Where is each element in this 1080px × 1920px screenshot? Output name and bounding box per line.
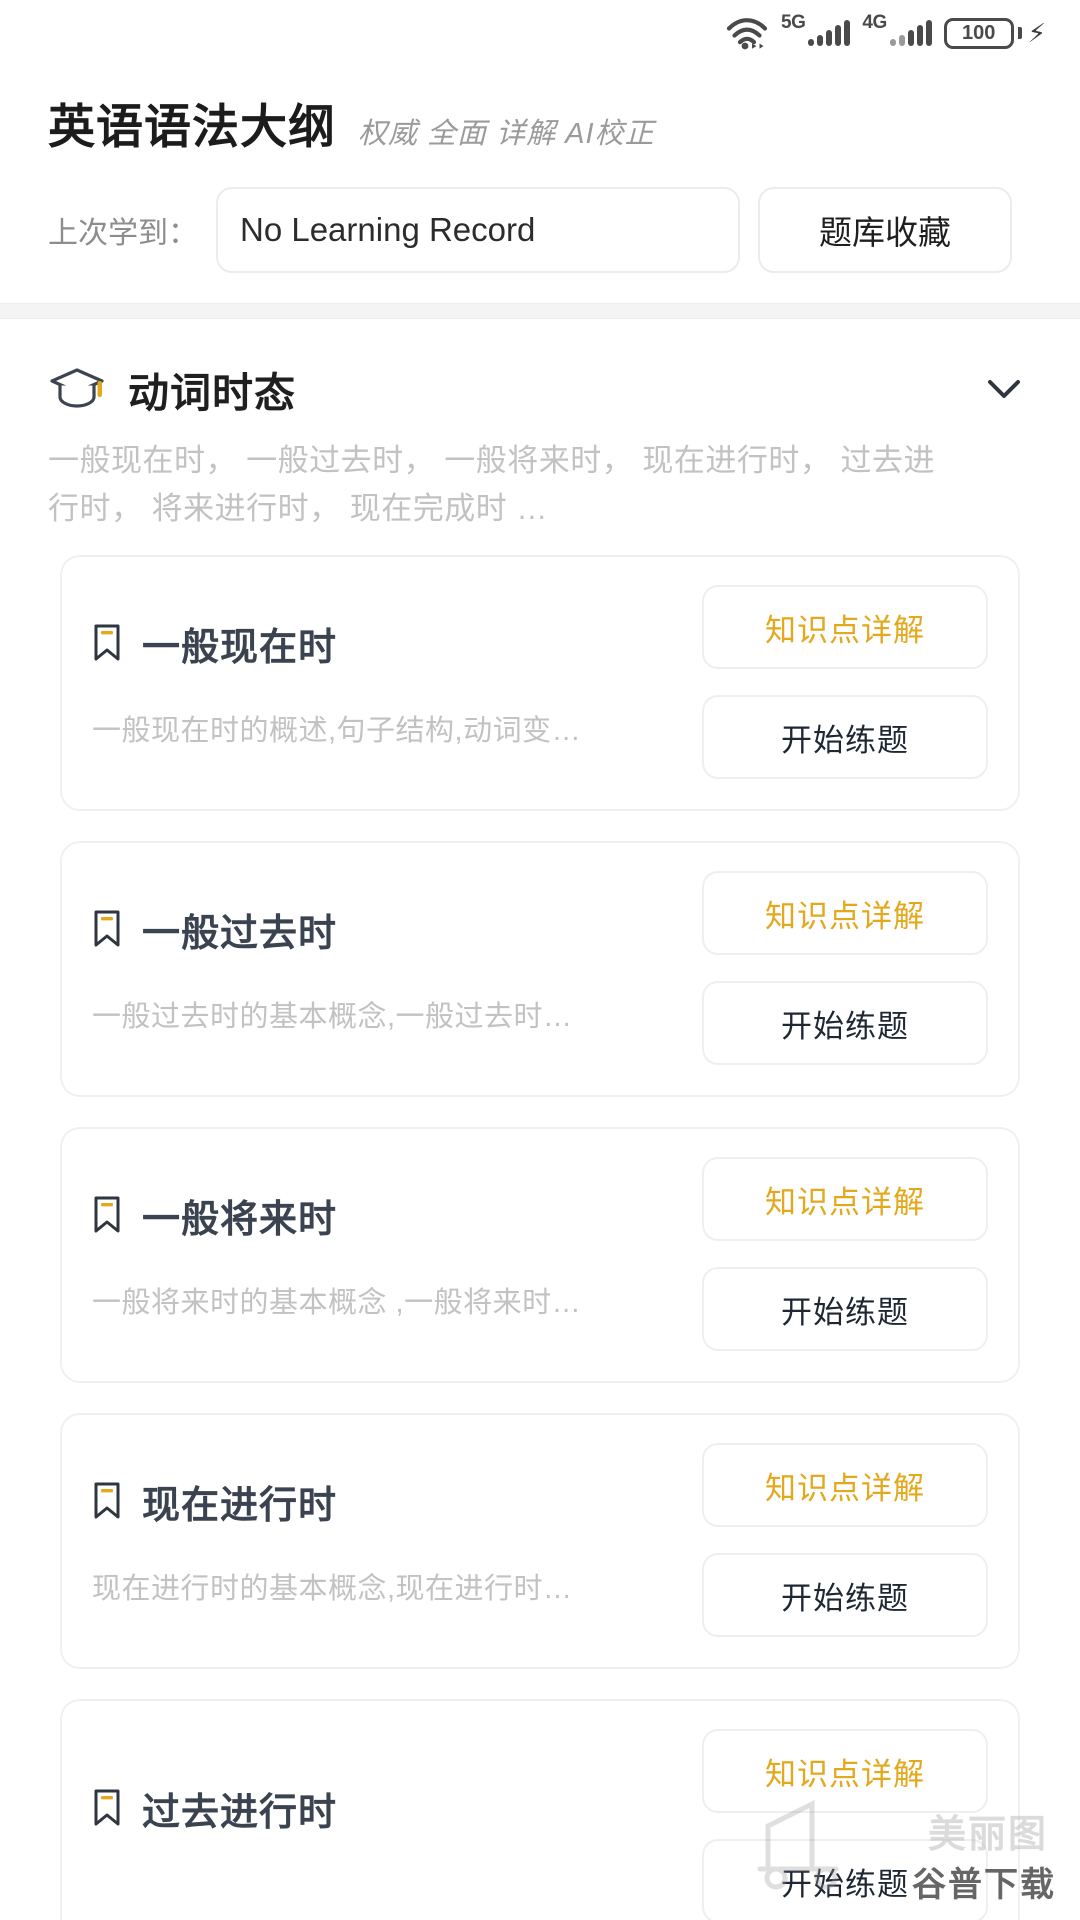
battery-indicator: 100 ⚡	[943, 17, 1046, 49]
card-content: 一般现在时 一般现在时的概述,句子结构,动词变…	[92, 616, 702, 749]
page-title: 英语语法大纲	[48, 100, 336, 153]
section-description: 一般现在时， 一般过去时， 一般将来时， 现在进行时， 过去进行时， 将来进行时…	[48, 443, 935, 527]
card-title: 现在进行时	[142, 1484, 338, 1527]
section-title: 动词时态	[128, 370, 296, 416]
card-title-row: 一般将来时	[92, 1188, 688, 1243]
start-practice-button[interactable]: 开始练题	[702, 1267, 988, 1352]
bookmark-icon[interactable]	[92, 1481, 122, 1521]
sim2-network-label: 4G	[862, 12, 887, 33]
bookmark-icon[interactable]	[92, 1195, 122, 1235]
section-verb-tense: 动词时态 一般现在时， 一般过去时， 一般将来时， 现在进行时， 过去进行时， …	[0, 319, 1080, 533]
chevron-down-icon[interactable]	[976, 361, 1032, 417]
card-title-row: 过去进行时	[92, 1781, 688, 1836]
knowledge-detail-button[interactable]: 知识点详解	[702, 1157, 988, 1242]
card-content: 现在进行时 现在进行时的基本概念,现在进行时…	[92, 1474, 702, 1607]
sim1-network-label: 5G	[781, 12, 806, 33]
card-title-row: 一般现在时	[92, 616, 688, 671]
sim1-signal-icon: 5G	[781, 13, 851, 46]
section-header[interactable]: 动词时态	[48, 359, 1032, 419]
start-practice-button[interactable]: 开始练题	[702, 1553, 988, 1638]
battery-cap	[1017, 27, 1022, 39]
card-content: 一般过去时 一般过去时的基本概念,一般过去时…	[92, 902, 702, 1035]
favorites-button[interactable]: 题库收藏	[758, 187, 1012, 273]
tense-card-list: 一般现在时 一般现在时的概述,句子结构,动词变… 知识点详解 开始练题 一般过去…	[0, 533, 1080, 1920]
card-description: 一般过去时的基本概念,一般过去时…	[92, 1000, 573, 1033]
list-item[interactable]: 现在进行时 现在进行时的基本概念,现在进行时… 知识点详解 开始练题	[60, 1413, 1020, 1670]
battery-percent: 100	[962, 22, 996, 44]
start-practice-button[interactable]: 开始练题	[702, 981, 988, 1066]
list-item[interactable]: 一般将来时 一般将来时的基本概念 ,一般将来时… 知识点详解 开始练题	[60, 1127, 1020, 1384]
list-item[interactable]: 过去进行时 知识点详解 开始练题	[60, 1699, 1020, 1920]
card-description: 一般现在时的概述,句子结构,动词变…	[92, 714, 582, 747]
knowledge-detail-button[interactable]: 知识点详解	[702, 871, 988, 956]
section-divider	[0, 303, 1080, 319]
bookmark-icon[interactable]	[92, 623, 122, 663]
start-practice-button[interactable]: 开始练题	[702, 695, 988, 780]
card-title: 一般现在时	[142, 626, 338, 669]
knowledge-detail-button[interactable]: 知识点详解	[702, 1443, 988, 1528]
card-title-row: 一般过去时	[92, 902, 688, 957]
graduation-cap-icon	[48, 366, 106, 412]
card-title-row: 现在进行时	[92, 1474, 688, 1529]
list-item[interactable]: 一般过去时 一般过去时的基本概念,一般过去时… 知识点详解 开始练题	[60, 841, 1020, 1098]
start-practice-button[interactable]: 开始练题	[702, 1839, 988, 1920]
page-header: 英语语法大纲 权威 全面 详解 AI校正 上次学到： No Learning R…	[0, 66, 1080, 273]
card-title: 一般过去时	[142, 912, 338, 955]
card-actions: 知识点详解 开始练题	[702, 1729, 988, 1920]
card-actions: 知识点详解 开始练题	[702, 585, 988, 780]
wifi-icon	[725, 16, 769, 50]
last-learned-value: No Learning Record	[240, 211, 536, 248]
bookmark-icon[interactable]	[92, 909, 122, 949]
charging-bolt-icon: ⚡	[1027, 18, 1046, 48]
last-learned-field[interactable]: No Learning Record	[216, 187, 740, 273]
card-actions: 知识点详解 开始练题	[702, 1157, 988, 1352]
card-title: 过去进行时	[142, 1791, 338, 1834]
card-content: 过去进行时	[92, 1781, 702, 1872]
knowledge-detail-button[interactable]: 知识点详解	[702, 1729, 988, 1814]
card-content: 一般将来时 一般将来时的基本概念 ,一般将来时…	[92, 1188, 702, 1321]
title-row: 英语语法大纲 权威 全面 详解 AI校正	[48, 88, 1032, 157]
card-title: 一般将来时	[142, 1198, 338, 1241]
knowledge-detail-button[interactable]: 知识点详解	[702, 585, 988, 670]
card-description: 一般将来时的基本概念 ,一般将来时…	[92, 1286, 582, 1319]
last-learned-label: 上次学到：	[48, 217, 198, 250]
app-root: 5G 4G 100 ⚡ 英语语法大纲 权威 全面 详解 AI校正 上次学到： N…	[0, 0, 1080, 1920]
card-actions: 知识点详解 开始练题	[702, 1443, 988, 1638]
last-learned-row: 上次学到： No Learning Record 题库收藏	[48, 187, 1032, 273]
sim2-signal-icon: 4G	[862, 13, 932, 46]
page-subtitle: 权威 全面 详解 AI校正	[358, 118, 655, 150]
card-description: 现在进行时的基本概念,现在进行时…	[92, 1572, 573, 1605]
status-bar: 5G 4G 100 ⚡	[0, 0, 1080, 66]
card-actions: 知识点详解 开始练题	[702, 871, 988, 1066]
bookmark-icon[interactable]	[92, 1788, 122, 1828]
list-item[interactable]: 一般现在时 一般现在时的概述,句子结构,动词变… 知识点详解 开始练题	[60, 555, 1020, 812]
